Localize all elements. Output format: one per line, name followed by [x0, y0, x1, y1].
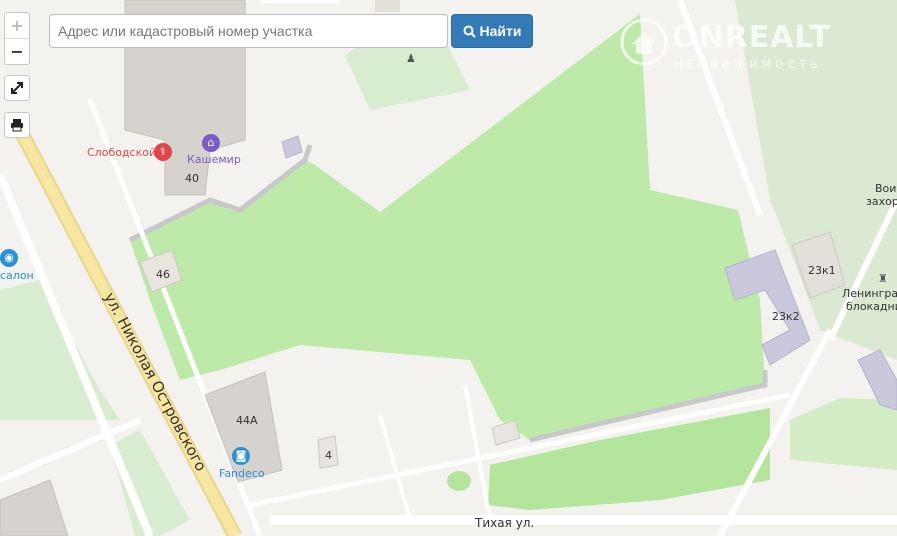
poi-kashemir[interactable]: Кашемир: [187, 153, 241, 166]
dentist-icon[interactable]: ⚕: [154, 143, 172, 161]
logo-tagline: НЕДВИЖИМОСТЬ: [674, 58, 822, 71]
fullscreen-button[interactable]: [4, 75, 30, 101]
search-button-label: Найти: [479, 23, 522, 39]
house-number-23k1: 23к1: [808, 264, 836, 277]
search-button[interactable]: Найти: [451, 14, 533, 48]
poi-slobodskoy[interactable]: Слободской: [87, 146, 156, 159]
house-number-40: 40: [185, 172, 199, 185]
house-logo-icon: [620, 18, 668, 66]
printer-icon: [11, 119, 23, 132]
poi-fandeco[interactable]: Fandeco: [219, 467, 265, 480]
house-number-23k2: 23к2: [772, 310, 800, 323]
poi-memorial-line2[interactable]: захор: [866, 195, 897, 208]
building-top-right-small: [375, 0, 400, 12]
sport-icon: ♟: [406, 52, 416, 65]
house-number-44a: 44А: [236, 414, 258, 427]
poi-memorial-line1[interactable]: Вои: [875, 182, 896, 195]
zoom-in-button[interactable]: +: [5, 13, 29, 39]
zoom-out-button[interactable]: −: [5, 39, 29, 64]
hotel-icon[interactable]: ⌂: [202, 134, 220, 152]
house-number-46: 46: [156, 268, 170, 281]
expand-icon: [11, 82, 23, 94]
print-button[interactable]: [4, 112, 30, 138]
poi-leningrad-line1[interactable]: Ленинград: [842, 287, 897, 300]
zoom-control: + −: [4, 12, 30, 65]
address-search-input[interactable]: [49, 14, 448, 48]
poi-leningrad-line2[interactable]: блокадни: [846, 300, 897, 313]
poi-salon[interactable]: салон: [0, 269, 34, 282]
house-number-4: 4: [325, 449, 332, 462]
search-icon: [463, 25, 476, 38]
park-circle: [447, 471, 471, 491]
logo-name: ONREALT: [672, 20, 832, 55]
car-icon[interactable]: ◉: [0, 249, 18, 267]
street-label-tikhaya: Тихая ул.: [474, 516, 534, 530]
shop-icon[interactable]: ◙: [232, 447, 250, 465]
monument-icon: ♜: [878, 272, 888, 285]
map-canvas[interactable]: ул. Николая Островского Тихая ул.: [0, 0, 897, 536]
